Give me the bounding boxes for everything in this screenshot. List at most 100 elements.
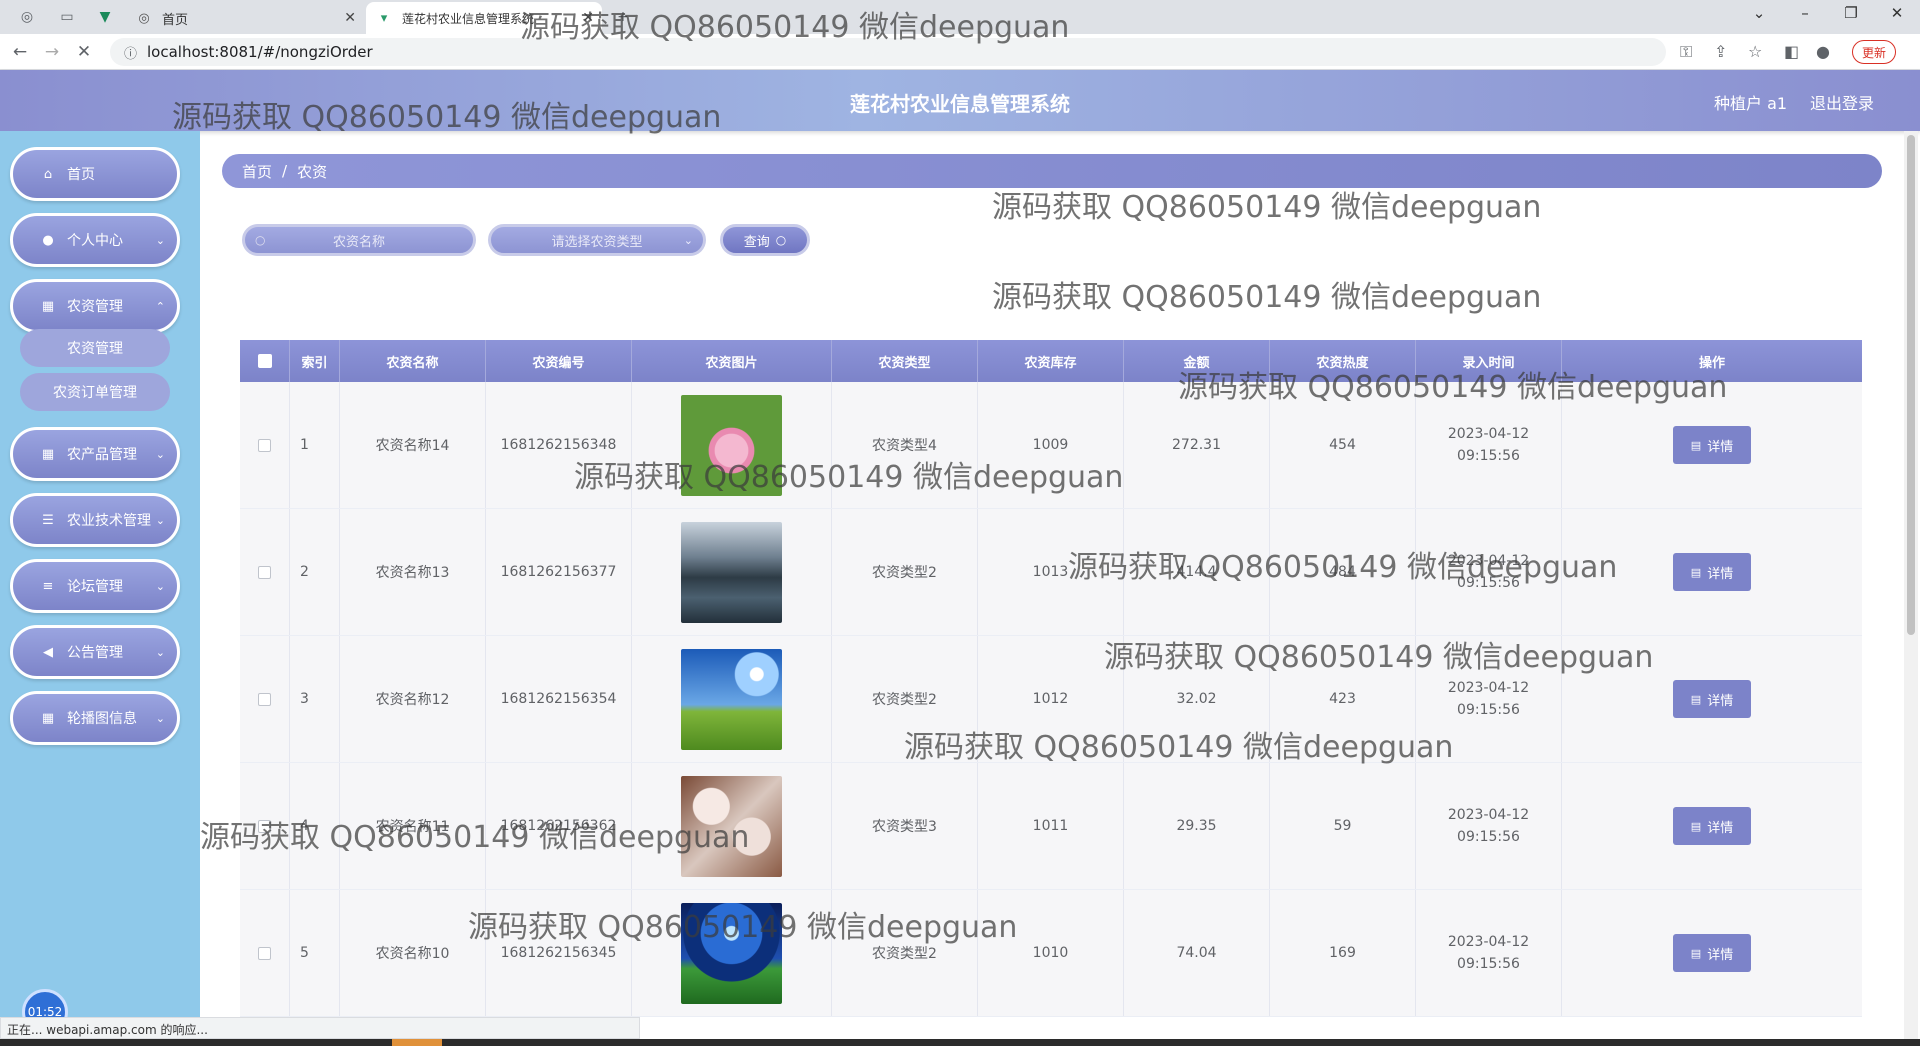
profile-icon[interactable]: ● <box>1816 42 1830 61</box>
maximize-icon[interactable]: ❐ <box>1828 4 1874 22</box>
row-checkbox[interactable] <box>258 946 271 960</box>
forward-icon[interactable]: → <box>40 40 64 64</box>
logout-link[interactable]: 退出登录 <box>1810 90 1874 114</box>
table-row: 5 农资名称10 1681262156345 农资类型2 1010 74.04 169 202… <box>240 890 1862 1017</box>
cell-code: 1681262156348 <box>486 382 632 508</box>
breadcrumb-home[interactable]: 首页 <box>242 161 272 182</box>
browser-toolbar: ← → ✕ ⓘ localhost:8081/#/nongziOrder ⚿ ⇪… <box>0 34 1920 70</box>
document-icon: ▤ <box>1690 819 1702 833</box>
sidebar-item-home[interactable]: ⌂ 首页 <box>10 147 180 201</box>
cell-type: 农资类型2 <box>832 890 978 1016</box>
minimize-icon[interactable]: – <box>1782 4 1828 22</box>
query-button[interactable]: 查询 ○ <box>720 224 810 256</box>
detail-button[interactable]: ▤ 详情 <box>1673 934 1751 972</box>
detail-button[interactable]: ▤ 详情 <box>1673 807 1751 845</box>
site-info-icon[interactable]: ⓘ <box>124 43 137 62</box>
cell-name: 农资名称10 <box>340 890 486 1016</box>
taskbar-accent <box>392 1039 442 1046</box>
cell-stock: 1009 <box>978 382 1124 508</box>
cell-time: 2023-04-12 09:15:56 <box>1416 763 1562 889</box>
detail-button-label: 详情 <box>1707 693 1734 709</box>
cell-index: 5 <box>290 890 340 1016</box>
app-header: 莲花村农业信息管理系统 种植户 a1 退出登录 <box>0 70 1920 131</box>
star-icon[interactable]: ☆ <box>1748 42 1762 61</box>
name-search-placeholder: 农资名称 <box>332 234 385 250</box>
detail-button[interactable]: ▤ 详情 <box>1673 680 1751 718</box>
col-header: 操作 <box>1698 355 1725 371</box>
app-root: ◎ ▭ ▼ ◎ 首页 ✕ ▾ 莲花村农业信息管理系统 ✕ + ⌄ – ❐ ✕ ←… <box>0 0 1920 1046</box>
cell-amount: 32.02 <box>1124 636 1270 762</box>
back-icon[interactable]: ← <box>8 40 32 64</box>
lake-village-photo[interactable] <box>681 521 782 623</box>
close-tab-icon[interactable]: ✕ <box>582 10 594 26</box>
sidebar-item-nongzi[interactable]: ▦ 农资管理 ⌃ <box>10 279 180 333</box>
row-checkbox[interactable] <box>258 692 271 706</box>
scrollbar-thumb[interactable] <box>1907 135 1915 635</box>
close-tab-icon[interactable]: ✕ <box>344 10 356 26</box>
action-cell: ▤ 详情 <box>1562 382 1862 508</box>
update-button[interactable]: 更新 <box>1852 40 1896 64</box>
pinned-tab-vue-icon[interactable]: ▼ <box>88 4 122 30</box>
sidebar-item-carousel[interactable]: ▦ 轮播图信息 ⌄ <box>10 691 180 745</box>
cell-amount: 272.31 <box>1124 382 1270 508</box>
tab-search-icon[interactable]: ⌄ <box>1736 4 1782 22</box>
tab-home[interactable]: ◎ 首页 ✕ <box>126 2 364 34</box>
sunny-meadow-photo[interactable] <box>681 648 782 750</box>
share-icon[interactable]: ⇪ <box>1714 42 1727 61</box>
new-tab-icon[interactable]: + <box>606 4 640 30</box>
row-checkbox[interactable] <box>258 565 271 579</box>
sidebar-item-product[interactable]: ▦ 农产品管理 ⌄ <box>10 427 180 481</box>
user-name: 种植户 a1 <box>1714 94 1788 113</box>
blossom-branch-photo[interactable] <box>681 775 782 877</box>
cell-name: 农资名称13 <box>340 509 486 635</box>
cell-code: 1681262156354 <box>486 636 632 762</box>
col-header: 农资库存 <box>978 340 1124 382</box>
name-search-input[interactable]: ○ 农资名称 <box>242 224 476 256</box>
sidebar-item-personal[interactable]: ● 个人中心 ⌄ <box>10 213 180 267</box>
sidebar-item-tech[interactable]: ☰ 农业技术管理 ⌄ <box>10 493 180 547</box>
col-header: 农资名称 <box>340 340 486 382</box>
search-icon: ○ <box>255 233 266 247</box>
type-select-placeholder: 请选择农资类型 <box>551 234 643 250</box>
submenu-nongzi-order[interactable]: 农资订单管理 <box>20 373 170 411</box>
row-select-cell <box>240 763 290 889</box>
image-cell <box>632 763 832 889</box>
detail-button[interactable]: ▤ 详情 <box>1673 426 1751 464</box>
grid-icon: ▦ <box>41 298 55 314</box>
lotus-flower-photo[interactable] <box>681 394 782 496</box>
cell-time: 2023-04-12 09:15:56 <box>1416 636 1562 762</box>
cell-code: 1681262156362 <box>486 763 632 889</box>
cell-amount: 74.04 <box>1124 890 1270 1016</box>
table-row: 1 农资名称14 1681262156348 农资类型4 1009 272.31 454 20… <box>240 382 1862 509</box>
select-all-checkbox[interactable] <box>257 354 272 368</box>
row-checkbox[interactable] <box>258 819 271 833</box>
row-checkbox[interactable] <box>258 438 271 452</box>
pinned-tab-page-icon[interactable]: ▭ <box>50 4 84 30</box>
key-icon[interactable]: ⚿ <box>1680 42 1692 62</box>
detail-button[interactable]: ▤ 详情 <box>1673 553 1751 591</box>
search-icon: ○ <box>775 233 787 247</box>
stop-loading-icon[interactable]: ✕ <box>72 40 96 64</box>
tab-current[interactable]: ▾ 莲花村农业信息管理系统 ✕ <box>366 2 602 34</box>
cell-index: 1 <box>290 382 340 508</box>
col-header: 农资类型 <box>832 340 978 382</box>
row-select-cell <box>240 890 290 1016</box>
detail-button-label: 详情 <box>1707 820 1734 836</box>
cell-name: 农资名称11 <box>340 763 486 889</box>
submenu-nongzi-manage[interactable]: 农资管理 <box>20 329 170 367</box>
address-bar[interactable]: ⓘ localhost:8081/#/nongziOrder <box>110 38 1666 66</box>
type-select[interactable]: 请选择农资类型 ⌄ <box>488 224 706 256</box>
page-scrollbar[interactable] <box>1904 131 1918 1039</box>
close-window-icon[interactable]: ✕ <box>1874 4 1920 22</box>
pinned-tab-globe-icon[interactable]: ◎ <box>10 4 44 30</box>
sidebar-item-forum[interactable]: ≡ 论坛管理 ⌄ <box>10 559 180 613</box>
side-panel-icon[interactable]: ◧ <box>1784 42 1799 61</box>
night-field-photo[interactable] <box>681 902 782 1004</box>
cell-type: 农资类型2 <box>832 509 978 635</box>
cell-type: 农资类型4 <box>832 382 978 508</box>
chevron-down-icon: ⌄ <box>155 447 165 461</box>
cell-type: 农资类型3 <box>832 763 978 889</box>
cell-heat: 454 <box>1270 382 1416 508</box>
sidebar-item-notice[interactable]: ◀ 公告管理 ⌄ <box>10 625 180 679</box>
breadcrumb-separator: / <box>282 162 288 180</box>
